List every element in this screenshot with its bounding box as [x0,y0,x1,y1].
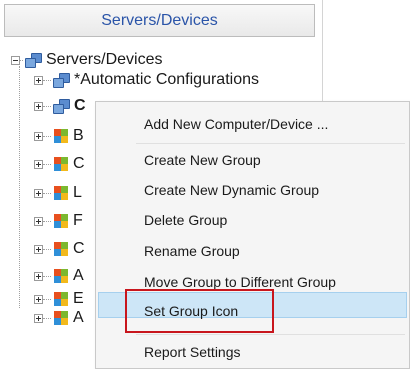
expand-icon[interactable] [34,294,43,304]
tree-node-group[interactable]: A [34,308,84,328]
expand-icon[interactable] [34,216,43,226]
menu-separator [136,334,405,335]
tree-node-automatic-configurations[interactable]: *Automatic Configurations [34,70,259,90]
server-icon [53,98,70,114]
tree-node-group[interactable]: F [34,211,83,231]
tree-node-label: E [73,290,84,307]
tree-node-label: A [73,309,84,326]
expand-icon[interactable] [34,244,43,254]
expand-icon[interactable] [34,313,43,323]
tree-node-label: B [73,127,84,144]
server-group-icon [25,52,42,68]
tree-node-label: F [73,212,83,229]
expand-icon[interactable] [34,101,43,111]
windows-group-icon [53,310,69,326]
tree-node-group[interactable]: C [34,239,85,259]
tree-node-group[interactable]: L [34,183,82,203]
windows-group-icon [53,268,69,284]
tree-root-label: Servers/Devices [46,51,163,68]
tree-node-group[interactable]: E [34,289,84,309]
tree-node-label: A [73,267,84,284]
menu-item-move-group[interactable]: Move Group to Different Group [144,274,336,290]
tree-node-label: C [73,155,85,172]
expand-icon[interactable] [34,271,43,281]
windows-group-icon [53,213,69,229]
tree-root-node[interactable]: Servers/Devices [11,50,162,70]
menu-item-rename-group[interactable]: Rename Group [144,243,240,259]
tree-node-label: C [73,240,85,257]
tree-node-c-selected[interactable]: C [34,96,86,116]
windows-group-icon [53,156,69,172]
collapse-icon[interactable] [11,55,20,65]
windows-group-icon [53,241,69,257]
expand-icon[interactable] [34,131,43,141]
menu-item-report-settings[interactable]: Report Settings [144,344,241,360]
tree-guide-line [19,66,20,308]
menu-item-delete-group[interactable]: Delete Group [144,212,227,228]
panel-header[interactable]: Servers/Devices [4,4,315,37]
windows-group-icon [53,128,69,144]
tree-node-label: *Automatic Configurations [74,71,259,88]
annotation-highlight-box [125,289,274,333]
menu-item-add-new-computer-device[interactable]: Add New Computer/Device ... [144,116,328,132]
windows-group-icon [53,291,69,307]
menu-item-create-new-dynamic-group[interactable]: Create New Dynamic Group [144,182,319,198]
server-icon [53,72,70,88]
expand-icon[interactable] [34,159,43,169]
tree-node-group[interactable]: B [34,126,84,146]
windows-group-icon [53,185,69,201]
expand-icon[interactable] [34,188,43,198]
expand-icon[interactable] [34,75,43,85]
tree-node-group[interactable]: C [34,154,85,174]
menu-separator [136,143,405,144]
tree-node-label: C [74,97,86,114]
tree-node-label: L [73,184,82,201]
tree-node-group[interactable]: A [34,266,84,286]
menu-item-create-new-group[interactable]: Create New Group [144,152,261,168]
